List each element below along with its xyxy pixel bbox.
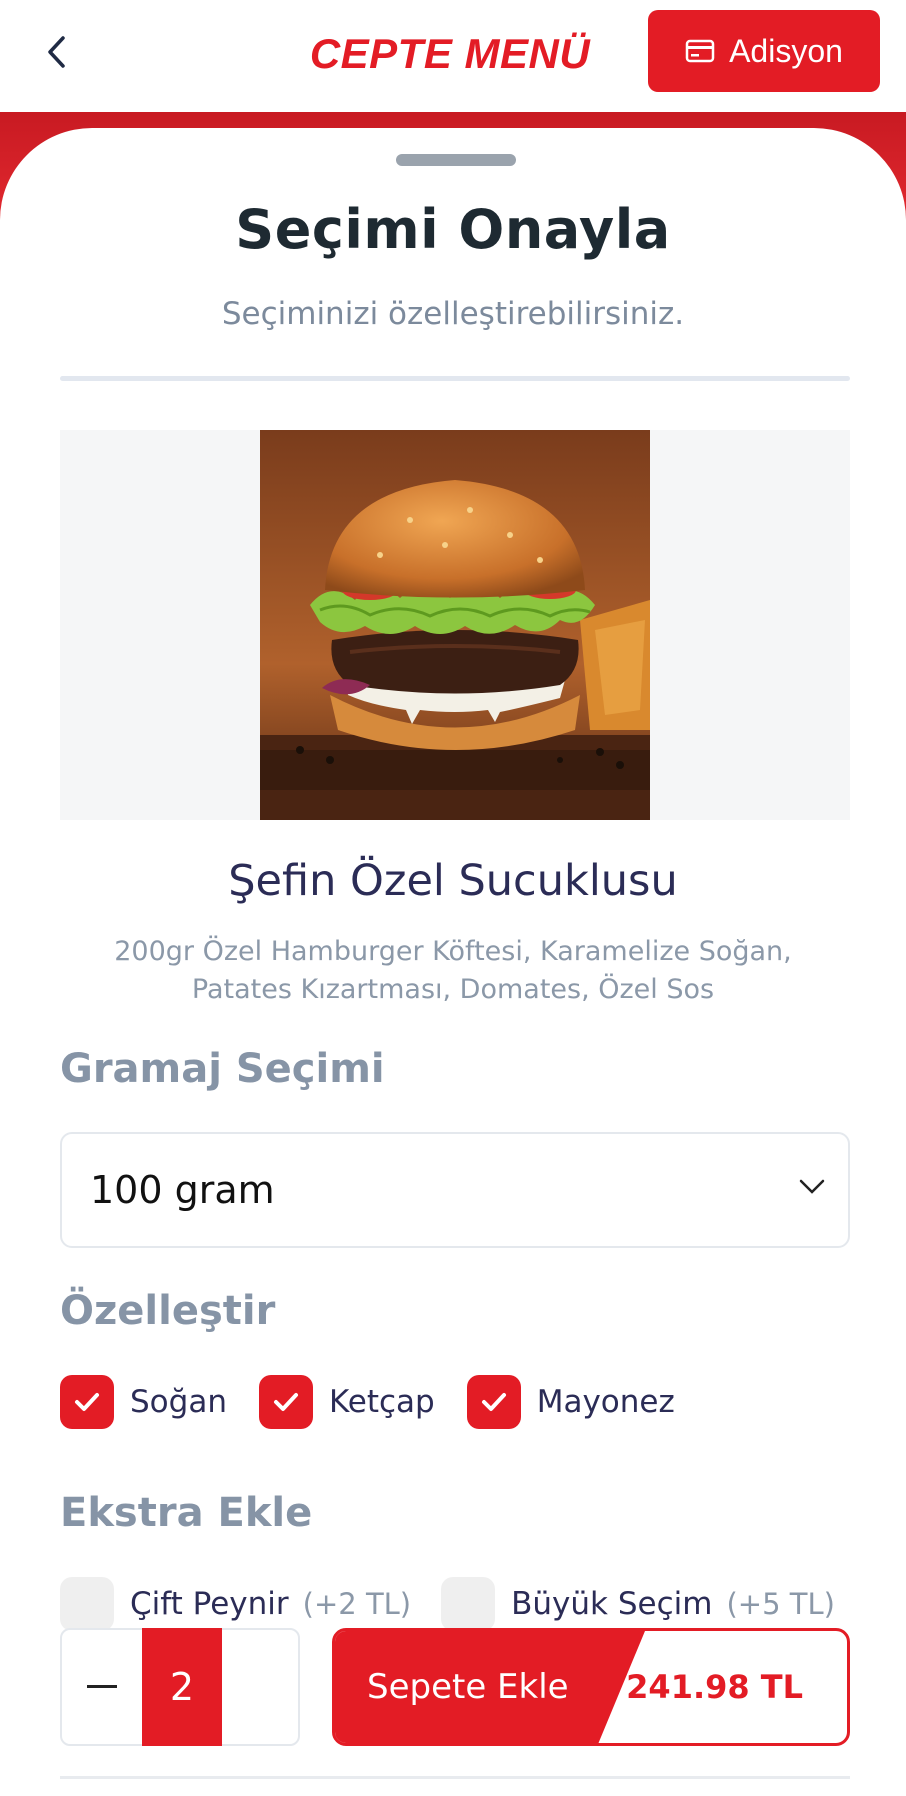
checkbox-label: Ketçap	[328, 1384, 435, 1420]
extras-label: Ekstra Ekle	[60, 1490, 313, 1536]
extras-options: Çift Peynir (+2 TL) Büyük Seçim (+5 TL)	[60, 1576, 835, 1632]
checkbox-label: Soğan	[130, 1384, 227, 1420]
check-icon	[481, 1393, 506, 1411]
extra-price: (+5 TL)	[726, 1587, 835, 1621]
card-icon	[685, 39, 715, 63]
product-description-line: 200gr Özel Hamburger Köftesi, Karamelize…	[114, 936, 792, 967]
check-icon	[75, 1393, 99, 1411]
checkbox-unchecked[interactable]	[60, 1577, 114, 1631]
gramaj-selected-value: 100 gram	[90, 1168, 275, 1212]
quantity-stepper[interactable]: 2	[60, 1628, 300, 1746]
checkbox-label: Çift Peynir	[130, 1586, 289, 1622]
product-description: 200gr Özel Hamburger Köftesi, Karamelize…	[90, 933, 816, 1009]
decrement-button[interactable]	[62, 1630, 142, 1744]
product-name: Şefin Özel Sucuklusu	[228, 856, 678, 906]
gramaj-label: Gramaj Seçimi	[60, 1046, 385, 1092]
adisyon-label: Adisyon	[729, 32, 843, 69]
back-button[interactable]	[36, 30, 76, 74]
brand-logo: CEPTE MENÜ	[309, 30, 591, 77]
customize-options: Soğan Ketçap Mayonez	[60, 1374, 675, 1430]
check-icon	[273, 1393, 298, 1411]
checkbox-mayonez[interactable]: Mayonez	[466, 1375, 675, 1429]
minus-icon	[87, 1685, 117, 1688]
chevron-left-icon	[48, 36, 65, 68]
add-to-cart-button[interactable]: Sepete Ekle 241.98 TL	[332, 1628, 850, 1746]
divider	[60, 376, 850, 381]
extra-price: (+2 TL)	[302, 1587, 412, 1621]
checkbox-sogan[interactable]: Soğan	[60, 1375, 227, 1429]
cart-total-price: 241.98 TL	[626, 1668, 803, 1706]
checkbox-unchecked[interactable]	[441, 1577, 496, 1631]
sheet-subtitle: Seçiminizi özelleştirebilirsiniz.	[221, 296, 685, 332]
quantity-value: 2	[142, 1628, 222, 1746]
top-bar: CEPTE MENÜ Adisyon	[0, 0, 906, 112]
checkbox-buyuk-secim[interactable]: Büyük Seçim (+5 TL)	[441, 1577, 835, 1631]
customize-label: Özelleştir	[60, 1288, 276, 1334]
adisyon-button[interactable]: Adisyon	[648, 10, 880, 92]
checkbox-label: Mayonez	[536, 1384, 675, 1420]
checkbox-ketcap[interactable]: Ketçap	[258, 1375, 435, 1429]
checkbox-label: Büyük Seçim	[511, 1586, 713, 1622]
burger-image	[260, 430, 650, 820]
checkbox-checked[interactable]	[60, 1375, 114, 1429]
sheet-drag-handle[interactable]	[396, 154, 516, 166]
checkbox-cift-peynir[interactable]: Çift Peynir (+2 TL)	[60, 1577, 411, 1631]
gramaj-select[interactable]: 100 gram	[60, 1132, 850, 1248]
sheet-title: Seçimi Onayla	[235, 198, 671, 261]
bottom-divider	[60, 1776, 850, 1779]
checkbox-checked[interactable]	[258, 1375, 313, 1429]
chevron-down-icon	[799, 1179, 825, 1194]
checkbox-checked[interactable]	[466, 1375, 521, 1429]
product-image-panel	[60, 430, 850, 820]
product-description-line: Patates Kızartması, Domates, Özel Sos	[191, 974, 715, 1005]
cart-button-label: Sepete Ekle	[367, 1667, 569, 1707]
